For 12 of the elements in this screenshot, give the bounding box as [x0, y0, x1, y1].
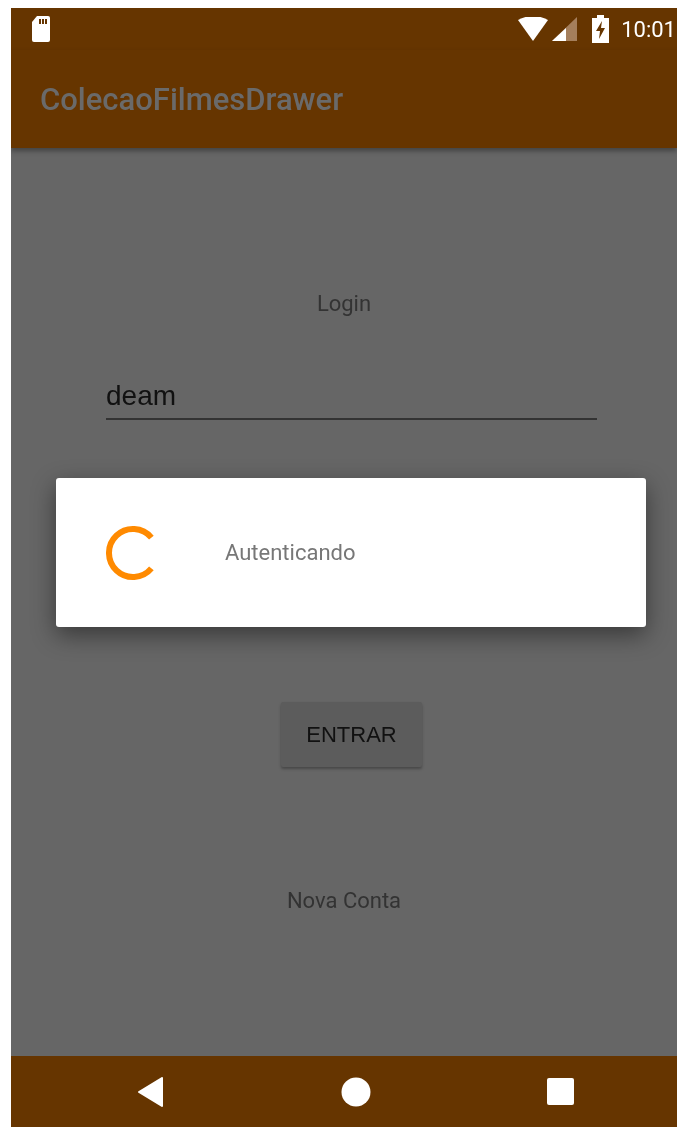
- username-field[interactable]: deam: [106, 374, 597, 420]
- loading-spinner-icon: [106, 524, 156, 581]
- sd-card-icon: [32, 16, 50, 42]
- wifi-icon: [518, 17, 549, 41]
- app-title: ColecaoFilmesDrawer: [40, 80, 344, 118]
- status-time: 10:01: [621, 16, 676, 42]
- loading-message: Autenticando: [225, 540, 356, 565]
- battery-charging-icon: [592, 15, 610, 43]
- back-icon[interactable]: [138, 1076, 164, 1107]
- signal-icon: [552, 17, 578, 41]
- enter-button[interactable]: ENTRAR: [281, 702, 422, 767]
- home-icon[interactable]: [340, 1076, 371, 1107]
